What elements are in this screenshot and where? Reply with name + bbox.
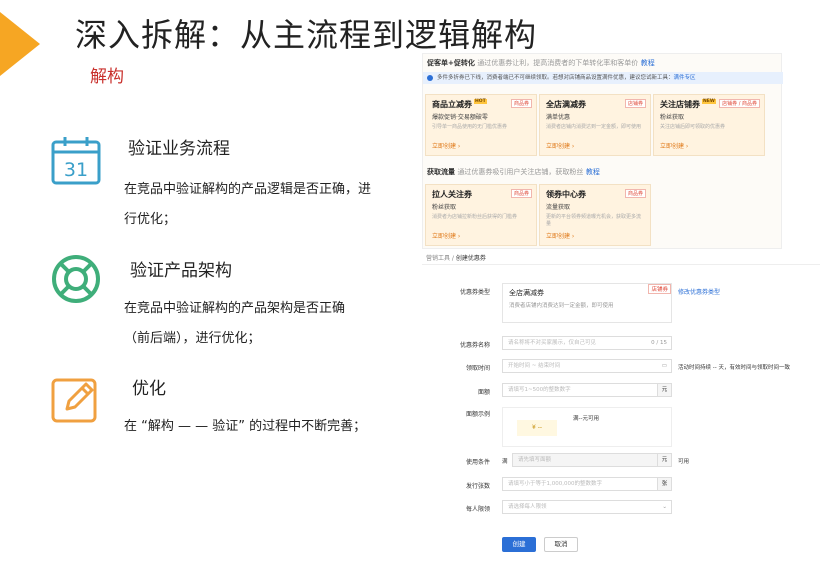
calendar-day: 31 (64, 159, 88, 181)
cancel-button[interactable]: 取消 (544, 537, 578, 552)
coupon-type-panel: 促客单+促转化 通过优惠券让利，提高消费者的下单转化率和客单价 教程 多件多折券… (422, 53, 783, 249)
breadcrumb: 营销工具 / 创建优惠券 (422, 253, 820, 265)
notice-bar: 多件多折券已下线，消费者端已不可继续领取。若想对店铺商品设置满件优惠，建议您试新… (423, 72, 783, 84)
per-person-limit-select[interactable]: 请选择每人限领 ⌄ (502, 500, 672, 514)
issue-quantity-input[interactable]: 请填写小于等于1,000,000的整数数字 张 (502, 477, 672, 491)
coupon-type-box[interactable]: 全店满减券 消费者店铺内消费达到一定金额，即可使用 店铺券 (502, 283, 672, 323)
label-per-person-limit: 每人限领 (465, 506, 490, 513)
section-text-optimize: 在 “解构 — — 验证” 的过程中不断完善； (124, 419, 367, 434)
coupon-card[interactable]: 关注店铺券 NEW 粉丝获取 关注店铺后即可领取的优惠券 店铺券 / 商品券 立即… (653, 94, 765, 156)
cond-prefix: 满 (502, 459, 508, 465)
label-coupon-type: 优惠券类型 (459, 289, 490, 296)
amount-input[interactable]: 请填写1~500的整数数字 元 (502, 383, 672, 397)
cond-note: 可用 (678, 459, 690, 465)
promo-heading: 促客单+促转化 通过优惠券让利，提高消费者的下单转化率和客单价 教程 (427, 59, 655, 67)
create-button[interactable]: 创建 (502, 537, 536, 552)
label-use-condition: 使用条件 (465, 459, 490, 466)
page-subtitle: 解构 (90, 67, 124, 87)
coupon-screenshot: 促客单+促转化 通过优惠券让利，提高消费者的下单转化率和客单价 教程 多件多折券… (422, 53, 820, 565)
traffic-heading: 获取流量 通过优惠券吸引用户关注店铺，获取粉丝 教程 (427, 168, 600, 176)
section-text-architecture: 在竞品中验证解构的产品架构是否正确 （前后端），进行优化； (124, 301, 346, 346)
use-condition-input[interactable]: 请先填写面额 元 (512, 453, 672, 467)
title-arrow-icon (0, 12, 40, 76)
coupon-card[interactable]: 拉人关注券 粉丝获取 消费者为店铺拉新粉丝后获得的门槛券 商品券 立即创建 › (425, 184, 537, 246)
coupon-card[interactable]: 全店满减券 满单优惠 消费者店铺内消费达到一定金额，即可使用 店铺券 立即创建 … (539, 94, 651, 156)
info-icon (427, 75, 433, 81)
label-claim-time: 领取时间 (465, 365, 490, 372)
section-heading-architecture: 验证产品架构 (130, 261, 232, 281)
label-amount-sample: 面额示例 (465, 411, 490, 418)
coupon-name-input[interactable]: 请名称将不对买家展示，仅自己可见 0 / 15 (502, 336, 672, 350)
page-title: 深入拆解：从主流程到逻辑解构 (75, 16, 538, 54)
label-coupon-name: 优惠券名称 (459, 342, 490, 349)
section-text-process: 在竞品中验证解构的产品逻辑是否正确，进 行优化； (124, 182, 372, 227)
edit-icon (51, 378, 97, 423)
amount-sample-box: ¥ -- 满--元可用 (502, 407, 672, 447)
calendar-small-icon: ▭ (661, 363, 667, 369)
chevron-down-icon: ⌄ (662, 504, 667, 510)
coupon-card[interactable]: 领券中心券 流量获取 更新的平台领券频道曝光机会，获取更多流量 商品券 立即创建… (539, 184, 651, 246)
section-heading-process: 验证业务流程 (128, 139, 230, 159)
coupon-card[interactable]: 商品立减券 HOT 爆款促销·交易额破零 引导单一商品使用的无门槛优惠券 商品券 … (425, 94, 537, 156)
label-amount: 面额 (477, 389, 490, 396)
lifebuoy-icon (52, 255, 100, 303)
modify-type-link[interactable]: 修改优惠券类型 (678, 287, 720, 296)
claim-time-picker[interactable]: 开始时间 ~ 结束时间 ▭ (502, 359, 672, 373)
label-issue-quantity: 发行张数 (465, 483, 490, 490)
calendar-icon: 31 (51, 137, 101, 185)
section-heading-optimize: 优化 (132, 379, 166, 399)
time-note: 活动时间持续 -- 天，有效时间与领取时间一致 (678, 365, 790, 371)
